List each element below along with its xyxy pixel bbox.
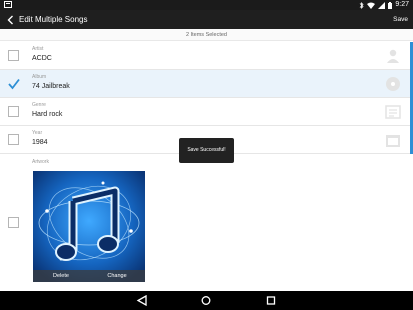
status-bar: 9:27 xyxy=(0,0,413,10)
field-row-album[interactable]: Album 74 Jailbreak xyxy=(0,70,413,98)
field-value-year[interactable]: 1984 xyxy=(32,139,48,146)
sd-card-icon xyxy=(4,1,12,8)
field-value-artist[interactable]: ACDC xyxy=(32,55,52,62)
disc-icon xyxy=(386,77,400,91)
field-label-genre: Genre xyxy=(32,102,46,108)
bluetooth-icon xyxy=(360,1,364,9)
battery-icon xyxy=(388,1,393,9)
field-label-year: Year xyxy=(32,130,43,136)
music-note-artwork-icon xyxy=(33,171,145,282)
selection-count: 2 Items Selected xyxy=(0,29,413,41)
checkbox-artist[interactable] xyxy=(8,50,19,61)
app-bar: Edit Multiple Songs Save xyxy=(0,10,413,29)
signal-icon xyxy=(378,1,386,9)
chevron-left-icon xyxy=(7,15,13,24)
clock: 9:27 xyxy=(395,1,409,8)
home-circle-icon[interactable] xyxy=(200,295,212,306)
field-value-album[interactable]: 74 Jailbreak xyxy=(32,83,70,90)
toast-message: Save Successful! xyxy=(179,138,234,163)
person-icon xyxy=(387,49,399,63)
back-button[interactable] xyxy=(3,12,17,27)
field-label-artwork: Artwork xyxy=(32,159,49,165)
status-icons: 9:27 xyxy=(359,0,409,10)
artwork-delete-button[interactable]: Delete xyxy=(33,270,89,282)
checkbox-album-checked[interactable] xyxy=(8,78,20,90)
system-nav-bar xyxy=(0,291,413,310)
artwork-image[interactable]: Delete Change xyxy=(33,171,145,282)
checkbox-genre[interactable] xyxy=(8,106,19,117)
checkbox-year[interactable] xyxy=(8,134,19,145)
artwork-change-button[interactable]: Change xyxy=(89,270,145,282)
field-row-genre[interactable]: Genre Hard rock xyxy=(0,98,413,126)
checkbox-artwork[interactable] xyxy=(8,217,19,228)
field-label-artist: Artist xyxy=(32,46,44,52)
wifi-icon xyxy=(367,2,376,9)
artwork-actions: Delete Change xyxy=(33,270,145,282)
calendar-icon xyxy=(386,135,400,147)
field-row-artist[interactable]: Artist ACDC xyxy=(0,42,413,70)
field-value-genre[interactable]: Hard rock xyxy=(32,111,62,118)
genre-icon xyxy=(385,105,401,119)
recents-square-icon[interactable] xyxy=(265,295,277,306)
page-title: Edit Multiple Songs xyxy=(19,15,88,24)
save-button[interactable]: Save xyxy=(393,10,408,29)
back-triangle-icon[interactable] xyxy=(136,295,148,306)
field-label-album: Album xyxy=(32,74,47,80)
